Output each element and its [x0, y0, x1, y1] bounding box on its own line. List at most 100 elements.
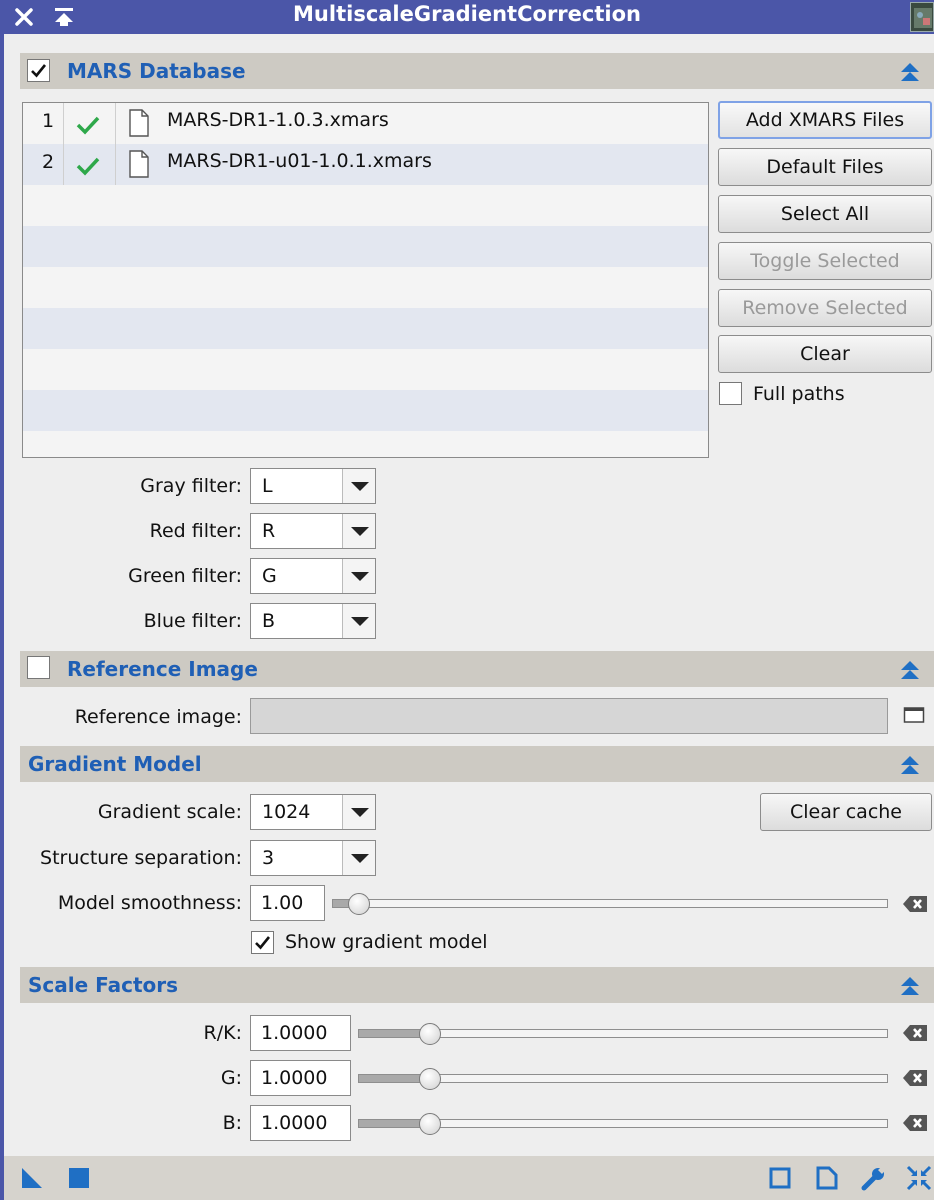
- g-factor-input[interactable]: 1.0000: [250, 1060, 351, 1096]
- empty-row: [23, 185, 708, 226]
- chevron-down-icon[interactable]: [342, 604, 375, 638]
- add-xmars-files-button[interactable]: Add XMARS Files: [718, 101, 932, 139]
- gray-filter-combo[interactable]: L: [250, 468, 376, 504]
- clear-cache-button[interactable]: Clear cache: [760, 793, 932, 831]
- enabled-check-icon[interactable]: [75, 156, 101, 181]
- backspace-icon[interactable]: [902, 1023, 928, 1048]
- chevron-down-icon[interactable]: [342, 469, 375, 503]
- file-list-row[interactable]: 1 MARS-DR1-1.0.3.xmars: [23, 103, 708, 144]
- chevron-down-icon[interactable]: [342, 841, 375, 875]
- green-filter-combo[interactable]: G: [250, 558, 376, 594]
- full-paths-checkbox[interactable]: [719, 382, 742, 405]
- empty-row: [23, 390, 708, 431]
- select-view-icon[interactable]: [903, 706, 925, 729]
- document-icon[interactable]: [816, 1166, 838, 1195]
- show-gradient-model-checkbox[interactable]: [251, 931, 274, 954]
- rk-factor-input[interactable]: 1.0000: [250, 1015, 351, 1051]
- model-smoothness-input[interactable]: 1.00: [250, 885, 325, 921]
- section-reference-image[interactable]: Reference Image: [20, 651, 934, 687]
- b-factor-value: 1.0000: [261, 1112, 328, 1134]
- file-name: MARS-DR1-u01-1.0.1.xmars: [167, 150, 432, 172]
- section-gradient-model[interactable]: Gradient Model: [20, 746, 934, 782]
- gradient-scale-value: 1024: [262, 801, 311, 823]
- g-factor-slider-knob[interactable]: [418, 1068, 441, 1090]
- preview-icon[interactable]: [769, 1167, 791, 1194]
- file-name: MARS-DR1-1.0.3.xmars: [167, 109, 389, 131]
- empty-row: [23, 267, 708, 308]
- g-factor-value: 1.0000: [261, 1067, 328, 1089]
- structure-separation-combo[interactable]: 3: [250, 840, 376, 876]
- g-factor-label: G:: [220, 1067, 242, 1089]
- window-titlebar: MultiscaleGradientCorrection: [0, 0, 934, 34]
- toggle-selected-button[interactable]: Toggle Selected: [718, 242, 932, 280]
- select-all-button[interactable]: Select All: [718, 195, 932, 233]
- empty-row: [23, 349, 708, 390]
- reference-image-field[interactable]: [250, 698, 888, 734]
- window-frame: [0, 34, 4, 1200]
- section-scale-factors[interactable]: Scale Factors: [20, 967, 934, 1003]
- gray-filter-value: L: [262, 475, 273, 497]
- chevron-down-icon[interactable]: [342, 559, 375, 593]
- rk-factor-value: 1.0000: [261, 1022, 328, 1044]
- show-gradient-model-label: Show gradient model: [285, 931, 488, 953]
- empty-row: [23, 431, 708, 457]
- file-index: 2: [41, 151, 55, 173]
- model-smoothness-label: Model smoothness:: [57, 892, 242, 914]
- b-factor-label: B:: [222, 1112, 242, 1134]
- blue-filter-combo[interactable]: B: [250, 603, 376, 639]
- window-title: MultiscaleGradientCorrection: [293, 2, 641, 26]
- reset-icon[interactable]: [906, 1165, 932, 1196]
- file-index: 1: [41, 110, 55, 132]
- default-files-button[interactable]: Default Files: [718, 148, 932, 186]
- reference-enable-checkbox[interactable]: [27, 656, 50, 679]
- file-icon: [128, 109, 150, 142]
- empty-row: [23, 308, 708, 349]
- section-mars-database[interactable]: MARS Database: [20, 53, 934, 89]
- new-instance-icon[interactable]: [21, 1167, 43, 1194]
- model-smoothness-slider[interactable]: [332, 899, 888, 908]
- blue-filter-label: Blue filter:: [143, 610, 242, 632]
- bottom-control-bar: [4, 1156, 934, 1200]
- green-filter-value: G: [262, 565, 277, 587]
- green-filter-label: Green filter:: [128, 565, 242, 587]
- red-filter-value: R: [262, 520, 276, 542]
- rk-factor-label: R/K:: [203, 1022, 242, 1044]
- apply-global-icon[interactable]: [68, 1167, 90, 1194]
- red-filter-label: Red filter:: [149, 520, 242, 542]
- rk-factor-slider-knob[interactable]: [418, 1023, 441, 1045]
- section-title-gradient: Gradient Model: [28, 752, 202, 776]
- mars-enable-checkbox[interactable]: [27, 59, 50, 82]
- empty-row: [23, 226, 708, 267]
- gradient-scale-label: Gradient scale:: [97, 801, 242, 823]
- section-title-reference: Reference Image: [67, 657, 258, 681]
- mars-file-list[interactable]: 1 MARS-DR1-1.0.3.xmars 2 MARS-DR1-u01-1.…: [22, 102, 709, 458]
- chevron-down-icon[interactable]: [342, 795, 375, 829]
- full-paths-label: Full paths: [753, 383, 845, 405]
- remove-selected-button[interactable]: Remove Selected: [718, 289, 932, 327]
- clear-button[interactable]: Clear: [718, 335, 932, 373]
- gradient-scale-combo[interactable]: 1024: [250, 794, 376, 830]
- collapse-icon[interactable]: [899, 975, 921, 997]
- file-icon: [128, 150, 150, 183]
- collapse-icon[interactable]: [899, 754, 921, 776]
- b-factor-input[interactable]: 1.0000: [250, 1105, 351, 1141]
- structure-separation-label: Structure separation:: [40, 847, 242, 869]
- section-title-mars: MARS Database: [67, 59, 246, 83]
- wrench-icon[interactable]: [861, 1165, 887, 1196]
- model-smoothness-slider-knob[interactable]: [348, 893, 371, 915]
- structure-separation-value: 3: [262, 847, 275, 869]
- backspace-icon[interactable]: [902, 1113, 928, 1138]
- backspace-icon[interactable]: [902, 894, 928, 919]
- chevron-down-icon[interactable]: [342, 514, 375, 548]
- file-list-row[interactable]: 2 MARS-DR1-u01-1.0.1.xmars: [23, 144, 708, 185]
- gray-filter-label: Gray filter:: [140, 475, 242, 497]
- blue-filter-value: B: [262, 610, 276, 632]
- collapse-icon[interactable]: [899, 659, 921, 681]
- red-filter-combo[interactable]: R: [250, 513, 376, 549]
- enabled-check-icon[interactable]: [75, 115, 101, 140]
- reference-image-label: Reference image:: [74, 706, 242, 728]
- collapse-icon[interactable]: [899, 61, 921, 83]
- window-thumbnail: [910, 2, 934, 32]
- b-factor-slider-knob[interactable]: [418, 1113, 441, 1135]
- backspace-icon[interactable]: [902, 1068, 928, 1093]
